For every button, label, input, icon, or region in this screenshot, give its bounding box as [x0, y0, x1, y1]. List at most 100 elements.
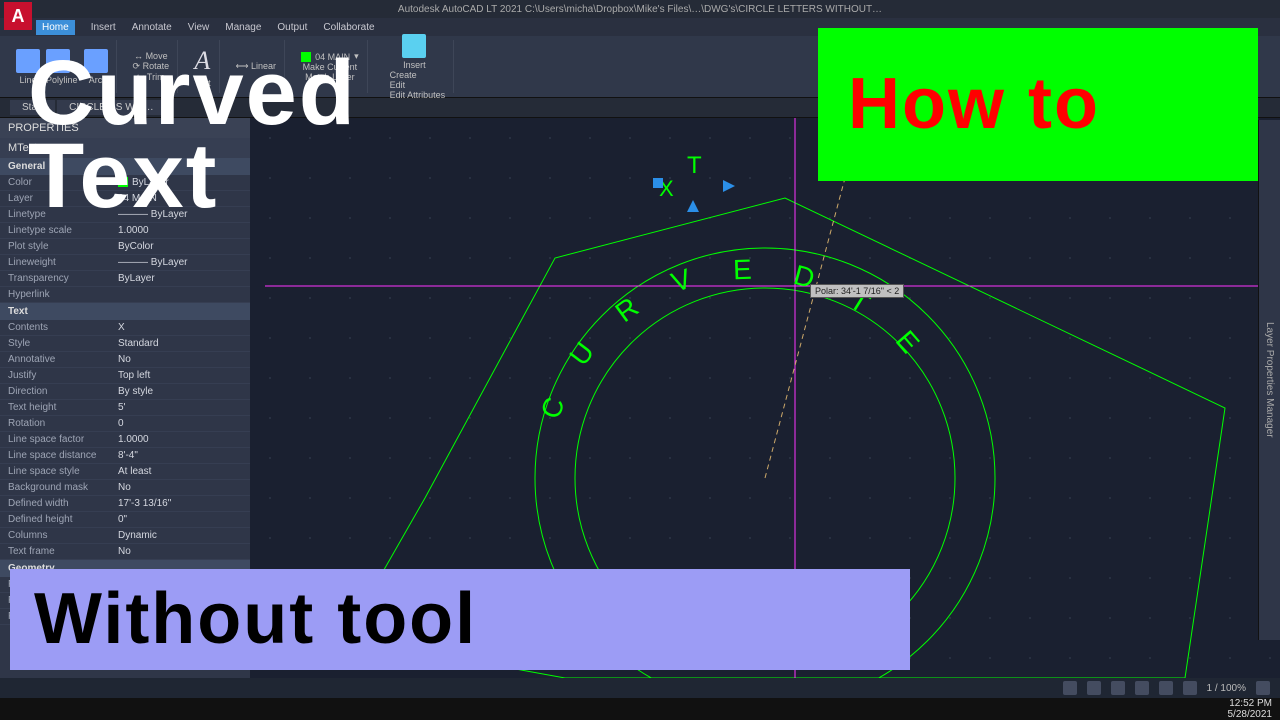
prop-value[interactable]: 1.0000	[118, 225, 242, 236]
drawing-canvas[interactable]: T X CURVEDTE Polar: 34'-1 7/16" < 2	[250, 118, 1280, 678]
prop-value[interactable]: Dynamic	[118, 530, 242, 541]
prop-value[interactable]: 8'-4"	[118, 450, 242, 461]
prop-value[interactable]: ByLayer	[118, 177, 242, 188]
grip-arrow-down-icon[interactable]	[687, 200, 699, 212]
prop-value[interactable]: Standard	[118, 338, 242, 349]
tab-view[interactable]: View	[188, 22, 210, 33]
prop-row[interactable]: Background maskNo	[0, 480, 250, 496]
prop-value[interactable]: 741'-4 7/16"	[118, 579, 242, 590]
layer-dropdown[interactable]: 04 MAIN ▾	[301, 51, 359, 62]
prop-value[interactable]: 17'-3 13/16"	[118, 498, 242, 509]
prop-key: Position Z	[8, 611, 118, 622]
tab-manage[interactable]: Manage	[225, 22, 261, 33]
prop-value[interactable]: ——— ByLayer	[118, 209, 242, 220]
prop-value[interactable]: 0	[118, 418, 242, 429]
model-icon[interactable]	[1063, 681, 1077, 695]
prop-value[interactable]: 0"	[118, 611, 242, 622]
line-icon[interactable]	[16, 49, 40, 73]
active-t-letter: T	[687, 152, 702, 179]
grip-arrow-icon[interactable]	[723, 180, 735, 192]
prop-row[interactable]: Rotation0	[0, 416, 250, 432]
prop-value[interactable]: 0"	[118, 514, 242, 525]
snap-toggle-icon[interactable]	[1111, 681, 1125, 695]
ribbon-tabs[interactable]: Home Insert Annotate View Manage Output …	[0, 18, 1280, 36]
prop-row[interactable]: Layer04 MAIN	[0, 191, 250, 207]
tab-start[interactable]: Start	[10, 100, 55, 115]
ortho-toggle-icon[interactable]	[1135, 681, 1149, 695]
prop-row[interactable]: ColorByLayer	[0, 175, 250, 191]
prop-value[interactable]: X	[118, 322, 242, 333]
prop-value[interactable]: 5'	[118, 402, 242, 413]
prop-row[interactable]: Hyperlink	[0, 287, 250, 303]
prop-value[interactable]: No	[118, 354, 242, 365]
prop-row[interactable]: Line space factor1.0000	[0, 432, 250, 448]
prop-value[interactable]: ByLayer	[118, 273, 242, 284]
prop-row[interactable]: Linetype scale1.0000	[0, 223, 250, 239]
section-geometry[interactable]: Geometry	[0, 560, 250, 577]
polyline-icon[interactable]	[46, 49, 70, 73]
prop-key: Style	[8, 338, 118, 349]
layer-swatch-icon	[301, 52, 311, 62]
prop-value[interactable]	[118, 289, 242, 300]
prop-row[interactable]: Linetype——— ByLayer	[0, 207, 250, 223]
move-button[interactable]: ↔ Move	[134, 51, 168, 61]
prop-row[interactable]: Position Y218'-11 5/16"	[0, 593, 250, 609]
tab-output[interactable]: Output	[277, 22, 307, 33]
document-tabs[interactable]: Start CIRCLE…S WIT…	[0, 98, 1280, 118]
prop-row[interactable]: Position X741'-4 7/16"	[0, 577, 250, 593]
rotate-button[interactable]: ⟳ Rotate	[133, 61, 170, 72]
insert-label: Insert	[402, 60, 426, 70]
prop-row[interactable]: Line space distance8'-4"	[0, 448, 250, 464]
prop-row[interactable]: ContentsX	[0, 320, 250, 336]
section-general[interactable]: General	[0, 158, 250, 175]
prop-value[interactable]: 1.0000	[118, 434, 242, 445]
prop-row[interactable]: Defined width17'-3 13/16"	[0, 496, 250, 512]
layer-properties-manager-collapsed[interactable]: Layer Properties Manager	[1258, 120, 1280, 640]
prop-value[interactable]: At least	[118, 466, 242, 477]
prop-value[interactable]: Top left	[118, 370, 242, 381]
prop-row[interactable]: Lineweight——— ByLayer	[0, 255, 250, 271]
prop-row[interactable]: ColumnsDynamic	[0, 528, 250, 544]
tab-annotate[interactable]: Annotate	[132, 22, 172, 33]
text-icon[interactable]: A	[194, 46, 211, 76]
grip-icon[interactable]	[653, 178, 663, 188]
prop-row[interactable]: Text height5'	[0, 400, 250, 416]
trim-button[interactable]: ✂ Trim	[137, 72, 165, 83]
prop-row[interactable]: Line space styleAt least	[0, 464, 250, 480]
prop-value[interactable]: No	[118, 546, 242, 557]
block-edit[interactable]: Edit	[390, 80, 446, 90]
prop-value[interactable]: ByColor	[118, 241, 242, 252]
block-create[interactable]: Create	[390, 70, 446, 80]
tab-insert[interactable]: Insert	[91, 22, 116, 33]
arc-icon[interactable]	[84, 49, 108, 73]
section-text[interactable]: Text	[0, 303, 250, 320]
block-edit-attr[interactable]: Edit Attributes	[390, 90, 446, 100]
tab-collaborate[interactable]: Collaborate	[323, 22, 374, 33]
insert-icon[interactable]	[402, 34, 426, 58]
prop-value[interactable]: 04 MAIN	[118, 193, 242, 204]
polar-toggle-icon[interactable]	[1159, 681, 1173, 695]
prop-row[interactable]: Text frameNo	[0, 544, 250, 560]
prop-value[interactable]: ——— ByLayer	[118, 257, 242, 268]
tab-file[interactable]: CIRCLE…S WIT…	[57, 100, 165, 115]
grid-toggle-icon[interactable]	[1087, 681, 1101, 695]
object-type-selector[interactable]: MText	[0, 138, 250, 158]
prop-row[interactable]: AnnotativeNo	[0, 352, 250, 368]
make-current-button[interactable]: Make Current	[303, 62, 358, 72]
prop-row[interactable]: DirectionBy style	[0, 384, 250, 400]
tab-home[interactable]: Home	[36, 20, 75, 35]
prop-row[interactable]: Position Z0"	[0, 609, 250, 625]
prop-row[interactable]: TransparencyByLayer	[0, 271, 250, 287]
prop-value[interactable]: By style	[118, 386, 242, 397]
osnap-toggle-icon[interactable]	[1183, 681, 1197, 695]
prop-row[interactable]: StyleStandard	[0, 336, 250, 352]
prop-value[interactable]: No	[118, 482, 242, 493]
prop-row[interactable]: Defined height0"	[0, 512, 250, 528]
zoom-level[interactable]: 1 / 100%	[1207, 683, 1246, 694]
dim-linear[interactable]: ⟷ Linear	[236, 61, 276, 72]
prop-row[interactable]: Plot styleByColor	[0, 239, 250, 255]
match-layer-button[interactable]: Match Layer	[305, 72, 355, 82]
prop-row[interactable]: JustifyTop left	[0, 368, 250, 384]
gear-icon[interactable]	[1256, 681, 1270, 695]
prop-value[interactable]: 218'-11 5/16"	[118, 595, 242, 606]
